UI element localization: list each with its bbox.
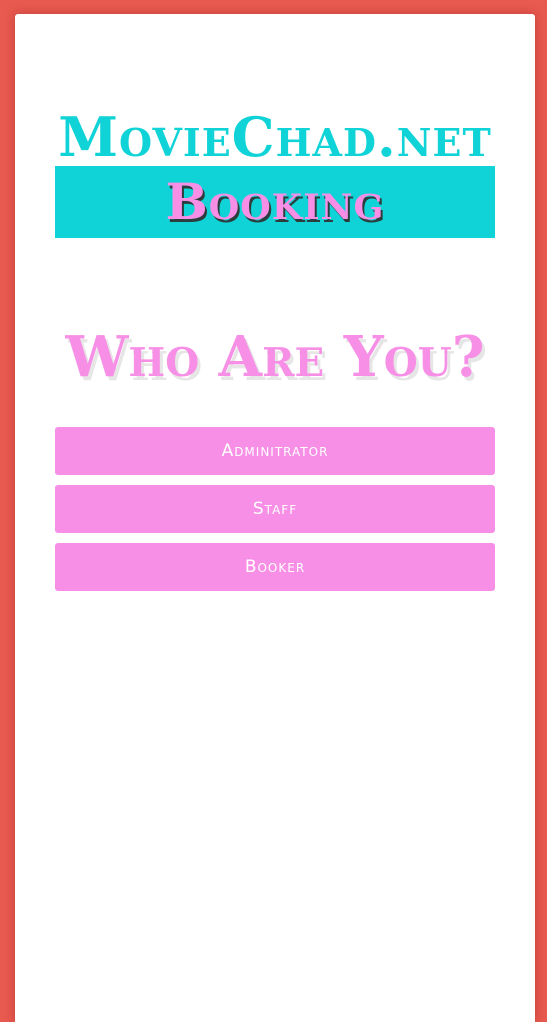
booker-button[interactable]: Booker xyxy=(55,543,495,591)
booking-banner-label: Booking xyxy=(165,172,385,231)
staff-button[interactable]: Staff xyxy=(55,485,495,533)
main-card: MovieChad.net Booking Who Are You? Admin… xyxy=(15,14,535,1022)
administrator-button[interactable]: Adminitrator xyxy=(55,427,495,475)
page-title: Who Are You? xyxy=(65,324,485,390)
site-brand: MovieChad.net xyxy=(58,105,492,169)
booking-banner: Booking xyxy=(55,166,495,238)
